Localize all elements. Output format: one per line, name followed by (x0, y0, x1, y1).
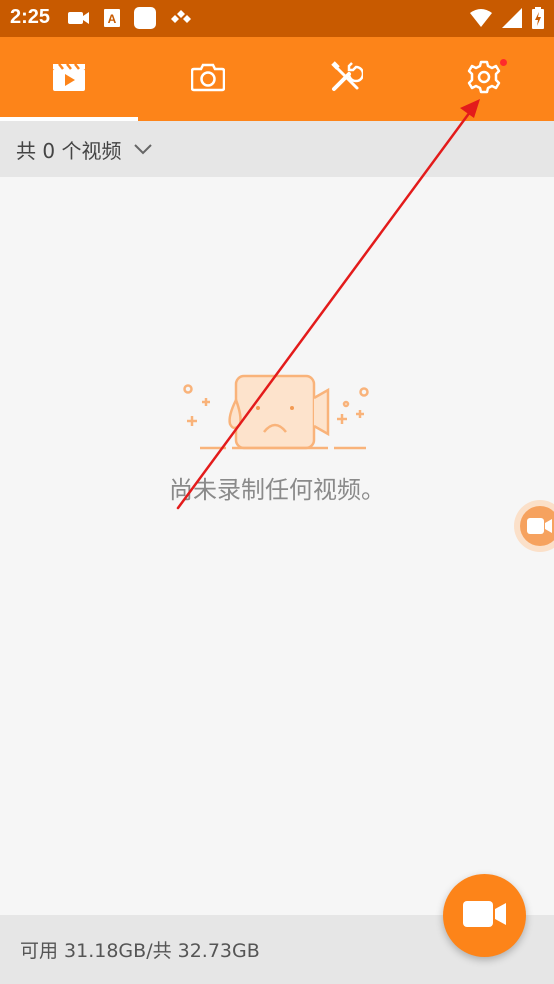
storage-info-text: 可用 31.18GB/共 32.73GB (20, 940, 260, 962)
tools-icon (329, 60, 365, 98)
tab-tools[interactable] (277, 37, 415, 121)
settings-badge-dot (500, 59, 507, 66)
floating-camera-icon (520, 506, 554, 546)
tab-settings[interactable] (415, 37, 553, 121)
video-camera-icon (462, 899, 507, 933)
floating-recorder-bubble[interactable] (514, 500, 554, 552)
tab-videos[interactable] (0, 37, 138, 121)
video-clapper-icon (52, 62, 86, 96)
video-notification-icon (68, 10, 90, 30)
status-bar: 2:25 A (0, 0, 554, 37)
diamond-notification-icon (170, 9, 192, 31)
wifi-icon (470, 8, 492, 32)
empty-video-illustration (178, 372, 378, 458)
empty-state-message: 尚未录制任何视频。 (169, 476, 385, 504)
top-tab-bar (0, 37, 554, 121)
font-notification-icon: A (104, 9, 120, 31)
status-notification-icons: A (68, 7, 192, 33)
svg-text:A: A (108, 12, 117, 26)
square-notification-icon (134, 7, 156, 33)
tab-screenshots[interactable] (139, 37, 277, 121)
status-system-icons (470, 7, 544, 33)
record-button[interactable] (443, 874, 526, 957)
video-count-label: 共 0 个视频 (16, 138, 122, 163)
status-time: 2:25 (10, 6, 51, 28)
gear-icon (467, 60, 501, 98)
chevron-down-icon[interactable] (133, 143, 153, 155)
video-filter-bar[interactable]: 共 0 个视频 (0, 121, 554, 177)
battery-icon (532, 7, 544, 33)
camera-icon (190, 62, 226, 96)
signal-icon (502, 8, 522, 32)
